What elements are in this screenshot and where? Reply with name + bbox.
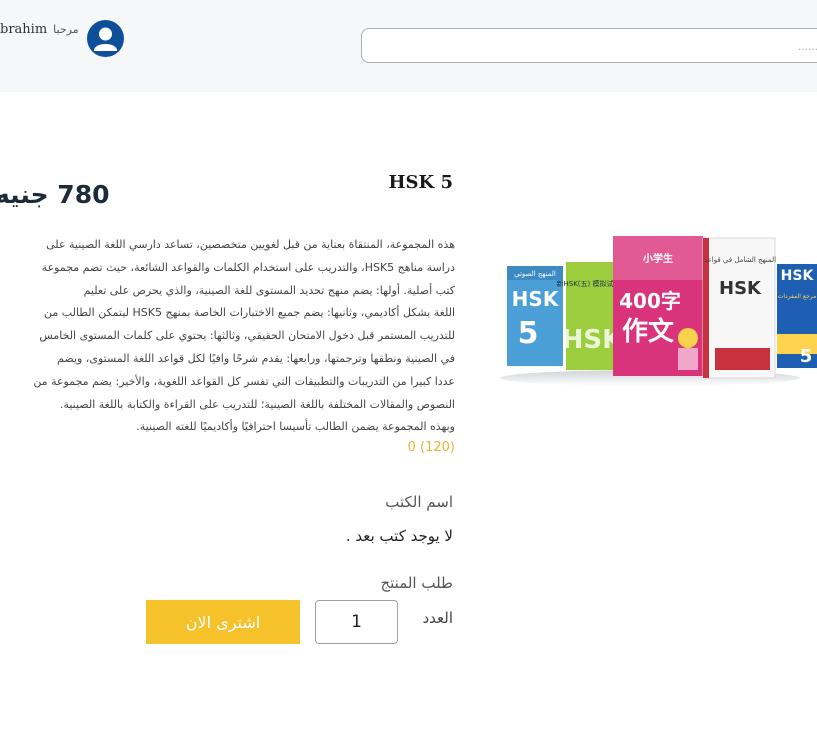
buy-now-button[interactable]: اشترى الان bbox=[146, 600, 300, 644]
product-title: HSK 5 bbox=[388, 172, 453, 193]
quantity-label: العدد bbox=[422, 609, 453, 627]
description-line: هذه المجموعة، المنتقاة بعناية من قبل لغو… bbox=[46, 238, 455, 251]
books-heading: اسم الكتب bbox=[385, 493, 453, 511]
book-cover: HSK مرجع المفردات 5 bbox=[777, 264, 817, 368]
description-line: وبهذه المجموعة يضمن الطالب تأسيسا احتراف… bbox=[136, 420, 455, 434]
description-line: عددا كبيرا من التدريبات والتطبيقات التي … bbox=[33, 374, 455, 388]
book-sub: 5 bbox=[800, 346, 813, 367]
rating-count: 0 (120) bbox=[407, 440, 455, 455]
top-bar: brahim مرحبا bbox=[0, 0, 817, 92]
description-line: كتب أصلية. أولها: يضم منهج تحديد المستوى… bbox=[83, 283, 455, 297]
description-line: في الصينية ونطقها وترجمتها، ورابعها: يقد… bbox=[57, 351, 455, 365]
book-sub: 5 bbox=[518, 316, 539, 351]
product-price: 780 جنيه bbox=[0, 180, 110, 209]
description-line: للتدريب المستمر قبل دخول الامتحان الحقيق… bbox=[39, 329, 455, 343]
product-description: هذه المجموعة، المنتقاة بعناية من قبل لغو… bbox=[0, 234, 455, 439]
book-cover: 小学生 400字 作文 bbox=[613, 236, 703, 376]
book-label: HSK bbox=[719, 278, 762, 299]
user-name: brahim bbox=[0, 22, 48, 37]
book-label: 400字 bbox=[619, 289, 681, 313]
book-top-text: 小学生 bbox=[642, 252, 673, 265]
book-top-text: المنهج الصوتي bbox=[514, 270, 556, 278]
book-label: HSK bbox=[512, 287, 560, 311]
order-heading: طلب المنتج bbox=[380, 574, 453, 592]
user-avatar-icon[interactable] bbox=[87, 20, 124, 57]
description-line: اللغة بشكل أكاديمي، وثانيها: يضم جميع ال… bbox=[44, 306, 455, 320]
books-empty-message: لا يوجد كتب بعد . bbox=[345, 527, 453, 545]
search-input[interactable] bbox=[361, 28, 817, 63]
book-cover: المنهج الصوتي HSK 5 bbox=[507, 266, 563, 366]
book-cover: المنهج الشامل في قواعد HSK bbox=[702, 237, 776, 379]
product-books-image: المنهج الصوتي HSK 5 新HSK(五) 模拟试卷及 HSK 小学… bbox=[500, 236, 817, 386]
book-sub: 作文 bbox=[622, 316, 675, 347]
book-top-text: مرجع المفردات bbox=[778, 293, 817, 300]
quantity-input[interactable] bbox=[315, 600, 398, 644]
description-line: النصوص والمقالات المختلفة باللغة الصينية… bbox=[59, 397, 455, 411]
greeting-text: مرحبا bbox=[53, 23, 79, 36]
user-greeting[interactable]: brahim مرحبا bbox=[0, 22, 79, 42]
book-top-text: المنهج الشامل في قواعد bbox=[704, 256, 776, 264]
book-label: HSK bbox=[781, 268, 815, 284]
description-line: دراسة مناهج HSK5، والتدريب على استخدام ا… bbox=[41, 260, 455, 274]
